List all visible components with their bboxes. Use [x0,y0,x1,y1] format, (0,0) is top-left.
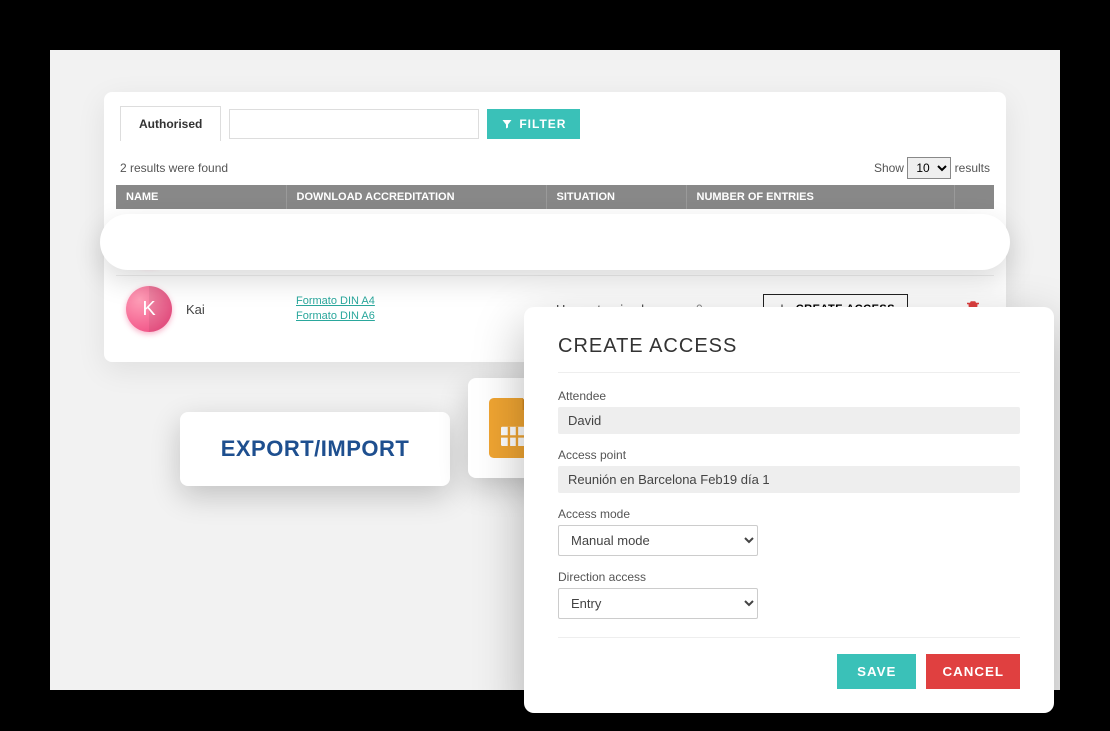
tabs-row: Authorised FILTER [116,102,994,151]
results-bar: 2 results were found Show 10 results [116,151,994,185]
avatar: D [126,219,172,265]
accreditation-a4-link[interactable]: Formato DIN A4 [296,294,536,309]
export-import-card[interactable]: EXPORT/IMPORT [180,412,450,486]
row-situation: It's outside [546,209,686,276]
row-name: David [186,235,219,250]
direction-label: Direction access [558,570,1020,584]
accreditation-a6-link[interactable]: Formato DIN A6 [296,242,536,257]
row-entries: 0 [696,235,703,249]
accesspoint-label: Access point [558,448,1020,462]
cancel-button[interactable]: CANCEL [926,654,1020,689]
th-situation: SITUATION [546,185,686,209]
accessmode-select[interactable]: Manual mode [558,525,758,556]
results-found-text: 2 results were found [120,161,228,175]
search-input[interactable] [229,109,479,139]
trash-icon[interactable] [964,232,982,250]
direction-select[interactable]: Entry [558,588,758,619]
results-label: results [955,161,990,175]
funnel-icon [501,118,513,130]
export-import-label: EXPORT/IMPORT [221,436,410,462]
show-select[interactable]: 10 [907,157,951,179]
accreditation-a6-link[interactable]: Formato DIN A6 [296,309,536,324]
modal-title: CREATE ACCESS [558,335,1020,373]
show-label: Show [874,161,904,175]
th-actions [954,185,994,209]
table-row: D David Formato DIN A4 Formato DIN A6 It… [116,209,994,276]
row-name: Kai [186,302,205,317]
th-download: DOWNLOAD ACCREDITATION [286,185,546,209]
avatar: K [126,286,172,332]
attendee-label: Attendee [558,389,1020,403]
plus-icon [780,235,794,249]
tab-authorised[interactable]: Authorised [120,106,221,141]
accessmode-label: Access mode [558,507,1020,521]
attendee-field: David [558,407,1020,434]
accreditation-a4-link[interactable]: Formato DIN A4 [296,227,536,242]
filter-label: FILTER [519,117,566,131]
filter-button[interactable]: FILTER [487,109,580,139]
save-button[interactable]: SAVE [837,654,916,689]
th-entries: NUMBER OF ENTRIES [686,185,954,209]
accesspoint-field: Reunión en Barcelona Feb19 día 1 [558,466,1020,493]
th-name: NAME [116,185,286,209]
create-access-modal: CREATE ACCESS Attendee David Access poin… [524,307,1054,713]
create-access-button[interactable]: CREATE ACCESS [763,224,927,260]
